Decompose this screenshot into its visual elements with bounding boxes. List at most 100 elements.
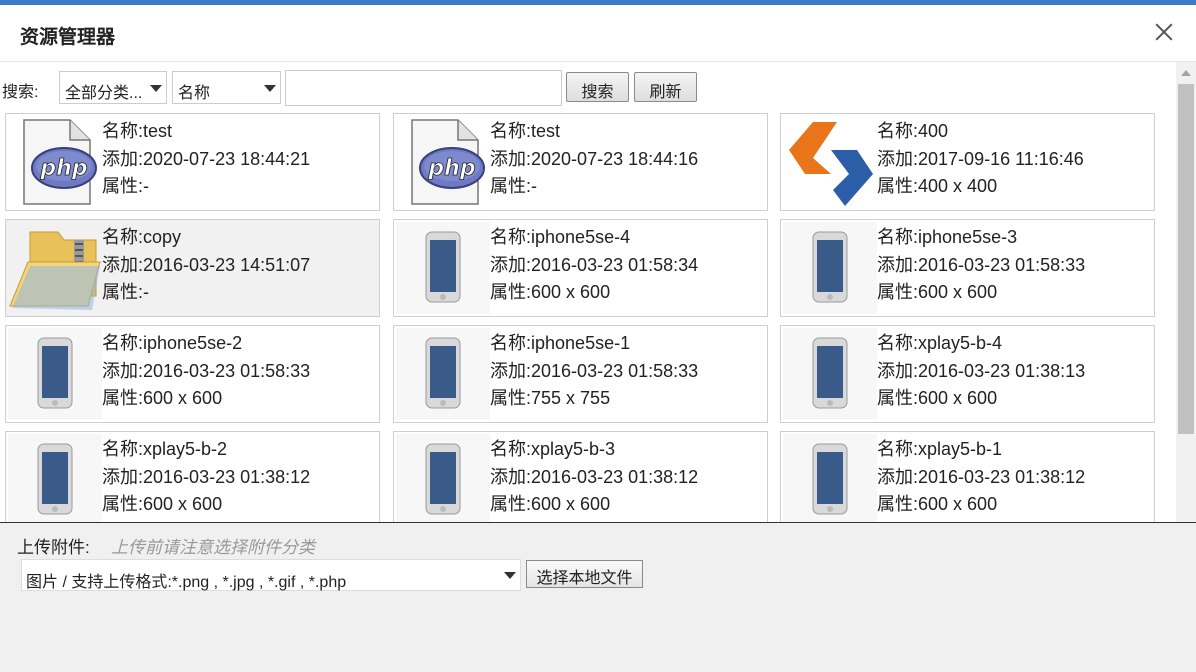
name-label: 名称: — [490, 439, 532, 459]
added-label: 添加: — [877, 466, 919, 487]
file-attr: 600 x 600 — [531, 282, 611, 302]
file-meta: 名称:copy 添加:2016-03-23 14:51:07 属性:- — [102, 224, 310, 307]
file-attr-row: 属性:755 x 755 — [490, 385, 698, 413]
file-card[interactable]: php 名称:test 添加:2020-07-23 18:44:21 属性:- — [5, 113, 380, 211]
file-attr: 600 x 600 — [918, 494, 998, 514]
search-input[interactable] — [285, 70, 562, 106]
file-name-row: 名称:400 — [877, 118, 1084, 146]
attr-label: 属性: — [102, 388, 144, 408]
file-attr-row: 属性:- — [102, 173, 310, 201]
file-name: xplay5-b-2 — [143, 439, 228, 459]
file-name: iphone5se-4 — [531, 227, 631, 247]
file-meta: 名称:xplay5-b-4 添加:2016-03-23 01:38:13 属性:… — [877, 330, 1085, 413]
field-select[interactable]: 名称 — [172, 71, 281, 104]
file-attr: - — [531, 176, 538, 196]
added-label: 添加: — [877, 360, 919, 381]
file-card[interactable]: 名称:xplay5-b-2 添加:2016-03-23 01:38:12 属性:… — [5, 431, 380, 522]
attr-label: 属性: — [490, 388, 532, 408]
phone-image — [8, 434, 102, 522]
file-attr: 600 x 600 — [143, 494, 223, 514]
file-added: 2016-03-23 01:58:34 — [531, 254, 699, 275]
file-meta: 名称:xplay5-b-3 添加:2016-03-23 01:38:12 属性:… — [490, 436, 698, 519]
logo-image — [783, 116, 877, 208]
zip-folder-icon — [8, 222, 102, 314]
category-select-value: 全部分类... — [65, 85, 143, 102]
file-meta: 名称:400 添加:2017-09-16 11:16:46 属性:400 x 4… — [877, 118, 1084, 201]
file-name: test — [143, 121, 173, 141]
file-card[interactable]: 名称:400 添加:2017-09-16 11:16:46 属性:400 x 4… — [780, 113, 1155, 211]
file-added-row: 添加:2020-07-23 18:44:16 — [490, 146, 698, 174]
added-label: 添加: — [490, 148, 532, 169]
close-icon[interactable] — [1151, 19, 1177, 45]
file-meta: 名称:iphone5se-2 添加:2016-03-23 01:58:33 属性… — [102, 330, 310, 413]
name-label: 名称: — [102, 121, 144, 141]
file-name-row: 名称:copy — [102, 224, 310, 252]
added-label: 添加: — [102, 360, 144, 381]
scroll-up-icon[interactable] — [1181, 70, 1191, 76]
name-label: 名称: — [490, 227, 532, 247]
file-attr-row: 属性:600 x 600 — [877, 279, 1085, 307]
file-attr-row: 属性:600 x 600 — [877, 385, 1085, 413]
file-card[interactable]: 名称:copy 添加:2016-03-23 14:51:07 属性:- — [5, 219, 380, 317]
file-meta: 名称:iphone5se-4 添加:2016-03-23 01:58:34 属性… — [490, 224, 698, 307]
file-name: xplay5-b-3 — [531, 439, 616, 459]
file-attr: 755 x 755 — [531, 388, 611, 408]
file-card[interactable]: 名称:iphone5se-1 添加:2016-03-23 01:58:33 属性… — [393, 325, 768, 423]
file-name-row: 名称:iphone5se-2 — [102, 330, 310, 358]
file-card[interactable]: 名称:iphone5se-4 添加:2016-03-23 01:58:34 属性… — [393, 219, 768, 317]
php-file-icon: php — [8, 116, 102, 208]
dialog-header: 资源管理器 — [0, 5, 1196, 62]
file-attr-row: 属性:600 x 600 — [102, 491, 310, 519]
vertical-scrollbar[interactable] — [1176, 62, 1196, 522]
file-card[interactable]: 名称:xplay5-b-1 添加:2016-03-23 01:38:12 属性:… — [780, 431, 1155, 522]
chevron-down-icon — [150, 85, 162, 92]
attr-label: 属性: — [877, 176, 919, 196]
attr-label: 属性: — [102, 176, 144, 196]
file-added: 2017-09-16 11:16:46 — [918, 148, 1084, 169]
file-added: 2016-03-23 01:38:13 — [918, 360, 1086, 381]
search-button[interactable]: 搜索 — [566, 72, 629, 102]
file-added: 2016-03-23 01:58:33 — [918, 254, 1086, 275]
file-name-row: 名称:iphone5se-1 — [490, 330, 698, 358]
file-name-row: 名称:xplay5-b-3 — [490, 436, 698, 464]
added-label: 添加: — [877, 148, 919, 169]
file-meta: 名称:xplay5-b-2 添加:2016-03-23 01:38:12 属性:… — [102, 436, 310, 519]
phone-image — [783, 222, 877, 314]
file-name: iphone5se-2 — [143, 333, 243, 353]
dialog-title: 资源管理器 — [20, 27, 116, 48]
file-attr: 600 x 600 — [531, 494, 611, 514]
file-card[interactable]: 名称:iphone5se-3 添加:2016-03-23 01:58:33 属性… — [780, 219, 1155, 317]
file-attr: - — [143, 282, 150, 302]
file-card[interactable]: 名称:xplay5-b-3 添加:2016-03-23 01:38:12 属性:… — [393, 431, 768, 522]
file-attr-row: 属性:600 x 600 — [490, 491, 698, 519]
file-card[interactable]: 名称:xplay5-b-4 添加:2016-03-23 01:38:13 属性:… — [780, 325, 1155, 423]
file-name-row: 名称:test — [490, 118, 698, 146]
file-added-row: 添加:2016-03-23 01:58:33 — [877, 252, 1085, 280]
file-attr: 600 x 600 — [918, 388, 998, 408]
file-name-row: 名称:xplay5-b-2 — [102, 436, 310, 464]
file-type-value: 图片 / 支持上传格式:*.png , *.jpg , *.gif , *.ph… — [26, 574, 347, 591]
choose-local-file-button[interactable]: 选择本地文件 — [526, 560, 643, 588]
file-added: 2016-03-23 01:38:12 — [143, 466, 311, 487]
file-added: 2016-03-23 01:58:33 — [531, 360, 699, 381]
file-type-select[interactable]: 图片 / 支持上传格式:*.png , *.jpg , *.gif , *.ph… — [21, 559, 521, 591]
file-name: test — [531, 121, 561, 141]
file-added: 2016-03-23 01:38:12 — [918, 466, 1086, 487]
file-meta: 名称:test 添加:2020-07-23 18:44:21 属性:- — [102, 118, 310, 201]
file-added: 2016-03-23 01:58:33 — [143, 360, 311, 381]
file-meta: 名称:xplay5-b-1 添加:2016-03-23 01:38:12 属性:… — [877, 436, 1085, 519]
file-attr-row: 属性:600 x 600 — [102, 385, 310, 413]
upload-panel: 上传附件: 上传前请注意选择附件分类 图片 / 支持上传格式:*.png , *… — [0, 522, 1196, 672]
file-added-row: 添加:2020-07-23 18:44:21 — [102, 146, 310, 174]
name-label: 名称: — [102, 333, 144, 353]
file-name: iphone5se-1 — [531, 333, 631, 353]
category-select[interactable]: 全部分类... — [59, 71, 167, 104]
attr-label: 属性: — [490, 176, 532, 196]
file-card[interactable]: 名称:iphone5se-2 添加:2016-03-23 01:58:33 属性… — [5, 325, 380, 423]
phone-image — [396, 434, 490, 522]
attr-label: 属性: — [490, 282, 532, 302]
added-label: 添加: — [490, 466, 532, 487]
file-card[interactable]: php 名称:test 添加:2020-07-23 18:44:16 属性:- — [393, 113, 768, 211]
scrollbar-thumb[interactable] — [1178, 84, 1194, 434]
refresh-button[interactable]: 刷新 — [634, 72, 697, 102]
